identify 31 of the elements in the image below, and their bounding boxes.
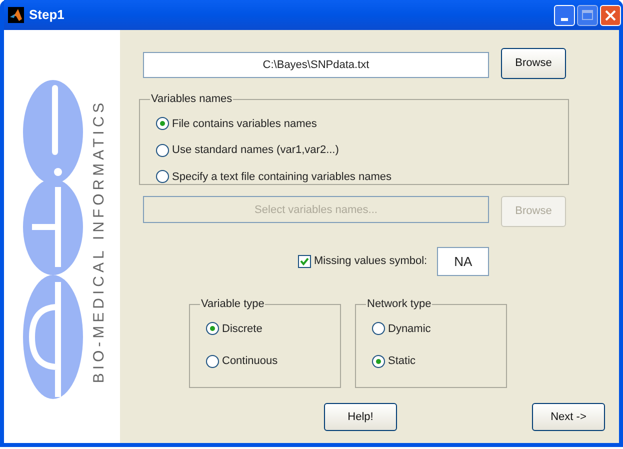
maximize-button[interactable] [577,4,598,26]
radio-option[interactable]: Use standard names (var1,var2...) [156,142,552,158]
radio-button[interactable] [372,354,385,368]
group-title: Network type [366,297,432,312]
logo-caption: BIO-MEDICAL INFORMATICS [90,100,109,384]
window-title: Step1 [29,6,64,24]
file-path-field[interactable]: C:\Bayes\SNPdata.txt [143,52,489,78]
radio-option[interactable]: Specify a text file containing variables names [156,168,552,185]
radio-button[interactable] [156,170,169,184]
radio-button[interactable] [206,354,219,368]
close-icon [605,10,616,20]
checkbox-label: Missing values symbol: [314,254,428,270]
radio-option[interactable]: Discrete [206,320,324,337]
radio-option[interactable]: File contains variables names [156,116,552,132]
missing-symbol-field[interactable]: NA [437,247,490,276]
radio-option[interactable]: Dynamic [372,320,490,337]
radio-option[interactable]: Continuous [206,353,324,370]
button[interactable]: Browse [501,48,566,79]
group-title: Variables names [150,92,234,107]
checkbox[interactable] [298,255,311,268]
radio-button[interactable] [156,144,169,157]
app-icon [8,7,24,23]
radio-button[interactable] [372,322,385,336]
minimize-button[interactable] [554,4,575,26]
button[interactable]: Next -> [532,403,605,431]
radio-button[interactable] [206,322,219,336]
button[interactable]: Help! [324,403,397,431]
radio-option[interactable]: Static [372,353,490,370]
close-button[interactable] [600,4,621,26]
group-title: Variable type [200,297,266,312]
radio-button[interactable] [156,117,169,130]
